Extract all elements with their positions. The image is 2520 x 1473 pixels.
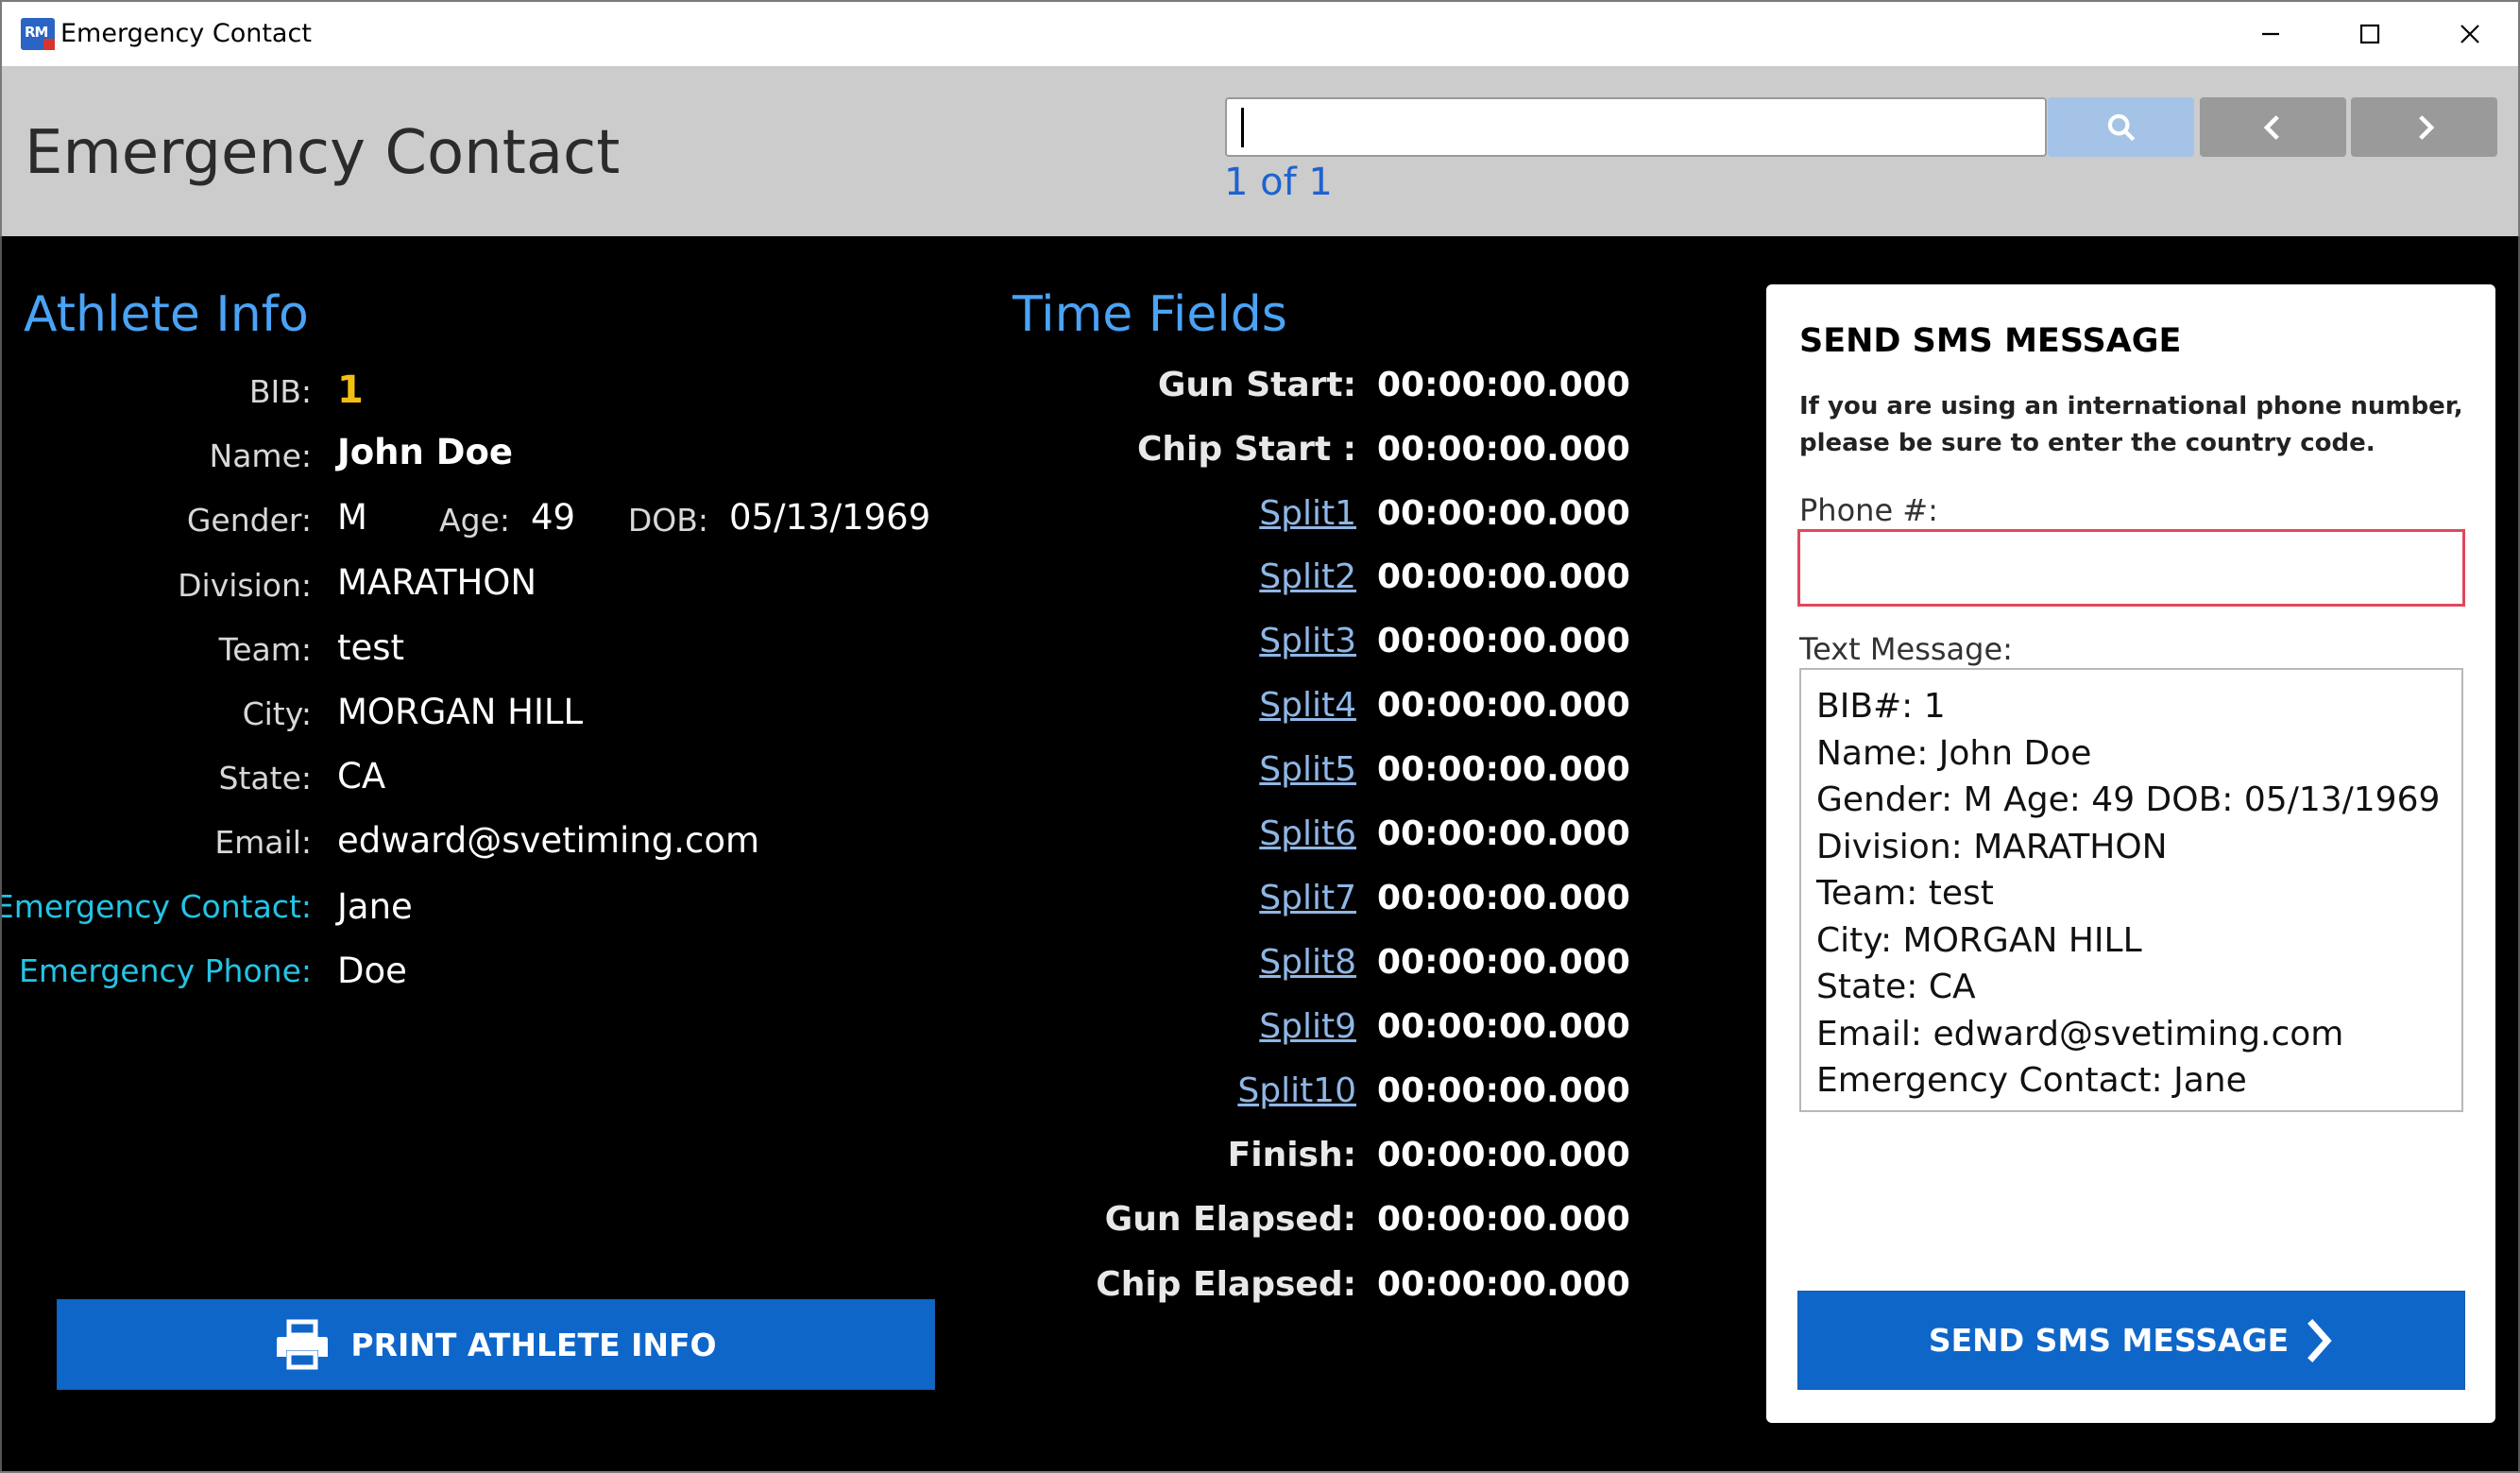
text-message-label: Text Message: (1799, 631, 2013, 667)
finish-label: Finish: (1227, 1136, 1356, 1174)
split8-value: 00:00:00.000 (1377, 943, 1630, 982)
gun-start-value: 00:00:00.000 (1377, 366, 1630, 404)
bib-value: 1 (337, 368, 364, 412)
gun-start-label: Gun Start: (1157, 366, 1356, 404)
chevron-left-icon (2263, 114, 2279, 140)
chip-elapsed-value: 00:00:00.000 (1377, 1265, 1630, 1304)
split3-value: 00:00:00.000 (1377, 622, 1630, 660)
message-line: State: CA (1816, 968, 1976, 1006)
minimize-button[interactable] (2221, 2, 2321, 66)
emergency-phone-value: Doe (337, 951, 407, 991)
emergency-contact-value: Jane (337, 886, 413, 927)
age-value: 49 (531, 497, 576, 538)
message-line: Gender: M Age: 49 DOB: 05/13/1969 (1816, 780, 2441, 819)
name-value: John Doe (337, 432, 513, 472)
email-value: edward@svetiming.com (337, 820, 759, 861)
time-fields-heading: Time Fields (1013, 286, 1287, 343)
close-button[interactable] (2420, 2, 2520, 66)
phone-number-field[interactable] (1797, 529, 2465, 607)
send-button-label: SEND SMS MESSAGE (1928, 1322, 2290, 1359)
athlete-info-heading: Athlete Info (24, 286, 309, 343)
printer-icon (277, 1319, 329, 1370)
finish-value: 00:00:00.000 (1377, 1136, 1630, 1174)
city-label: City: (242, 695, 312, 732)
division-value: MARATHON (337, 562, 537, 603)
split4-value: 00:00:00.000 (1377, 686, 1630, 725)
emergency-phone-label: Emergency Phone: (19, 952, 312, 989)
split4-link[interactable]: Split4 (1259, 686, 1356, 725)
state-label: State: (218, 760, 312, 796)
window-border (0, 236, 2, 1473)
phone-label: Phone #: (1799, 492, 1938, 528)
name-label: Name: (209, 437, 312, 474)
chevron-right-icon (2418, 114, 2434, 140)
next-result-button[interactable] (2351, 97, 2497, 157)
split9-link[interactable]: Split9 (1259, 1007, 1356, 1046)
division-label: Division: (178, 567, 312, 604)
split3-link[interactable]: Split3 (1259, 622, 1356, 660)
message-line: Division: MARATHON (1816, 827, 2168, 866)
message-line: City: MORGAN HILL (1816, 920, 2142, 960)
app-logo-icon: RM (21, 18, 55, 50)
gender-label: Gender: (186, 502, 312, 539)
minimize-icon (2262, 32, 2279, 36)
message-line: Name: John Doe (1816, 733, 2092, 773)
dob-label: DOB: (627, 502, 708, 539)
sms-panel-title: SEND SMS MESSAGE (1799, 322, 2182, 360)
page-title: Emergency Contact (25, 118, 621, 188)
split8-link[interactable]: Split8 (1259, 943, 1356, 982)
text-cursor (1241, 108, 1244, 147)
chip-elapsed-label: Chip Elapsed: (1096, 1265, 1356, 1304)
gender-value: M (337, 497, 367, 538)
split2-value: 00:00:00.000 (1377, 557, 1630, 596)
split10-link[interactable]: Split10 (1237, 1071, 1356, 1110)
split7-value: 00:00:00.000 (1377, 879, 1630, 917)
age-label: Age: (439, 502, 510, 539)
chip-start-value: 00:00:00.000 (1377, 430, 1630, 469)
bib-label: BIB: (248, 373, 312, 410)
text-message-area[interactable]: BIB#: 1 Name: John Doe Gender: M Age: 49… (1799, 668, 2463, 1112)
page-header: Emergency Contact 1 of 1 (0, 66, 2520, 236)
gun-elapsed-label: Gun Elapsed: (1104, 1200, 1356, 1239)
chip-start-label: Chip Start : (1136, 430, 1356, 469)
split9-value: 00:00:00.000 (1377, 1007, 1630, 1046)
message-line: Email: edward@svetiming.com (1816, 1014, 2344, 1053)
city-value: MORGAN HILL (337, 692, 584, 732)
search-input[interactable] (1225, 97, 2047, 157)
split6-value: 00:00:00.000 (1377, 814, 1630, 853)
emergency-contact-label: Emergency Contact: (0, 888, 312, 925)
search-result-count: 1 of 1 (1224, 161, 1333, 204)
sms-instructions: If you are using an international phone … (1799, 392, 2463, 457)
search-icon (2107, 113, 2135, 141)
split1-link[interactable]: Split1 (1259, 494, 1356, 533)
print-button-label: PRINT ATHLETE INFO (350, 1326, 717, 1363)
maximize-icon (2359, 24, 2380, 44)
split2-link[interactable]: Split2 (1259, 557, 1356, 596)
dob-value: 05/13/1969 (729, 497, 931, 538)
maximize-button[interactable] (2320, 2, 2420, 66)
print-athlete-info-button[interactable]: PRINT ATHLETE INFO (57, 1299, 935, 1390)
split6-link[interactable]: Split6 (1259, 814, 1356, 853)
send-sms-button[interactable]: SEND SMS MESSAGE (1797, 1291, 2465, 1390)
gun-elapsed-value: 00:00:00.000 (1377, 1200, 1630, 1239)
split7-link[interactable]: Split7 (1259, 879, 1356, 917)
team-value: test (337, 627, 405, 668)
previous-result-button[interactable] (2200, 97, 2346, 157)
sms-panel: SEND SMS MESSAGE If you are using an int… (1766, 284, 2495, 1423)
message-line: Team: test (1816, 874, 1994, 913)
email-label: Email: (214, 824, 312, 861)
split1-value: 00:00:00.000 (1377, 494, 1630, 533)
message-line: BIB#: 1 (1816, 687, 1946, 726)
close-icon (2460, 25, 2479, 43)
window-title-bar: RM Emergency Contact (0, 0, 2520, 66)
window-title: Emergency Contact (60, 19, 312, 48)
split5-value: 00:00:00.000 (1377, 750, 1630, 789)
split10-value: 00:00:00.000 (1377, 1071, 1630, 1110)
message-line: Emergency Contact: Jane (1816, 1061, 2247, 1100)
state-value: CA (337, 756, 386, 796)
team-label: Team: (218, 631, 312, 668)
search-button[interactable] (2048, 97, 2194, 157)
split5-link[interactable]: Split5 (1259, 750, 1356, 789)
chevron-right-icon (2307, 1318, 2332, 1362)
